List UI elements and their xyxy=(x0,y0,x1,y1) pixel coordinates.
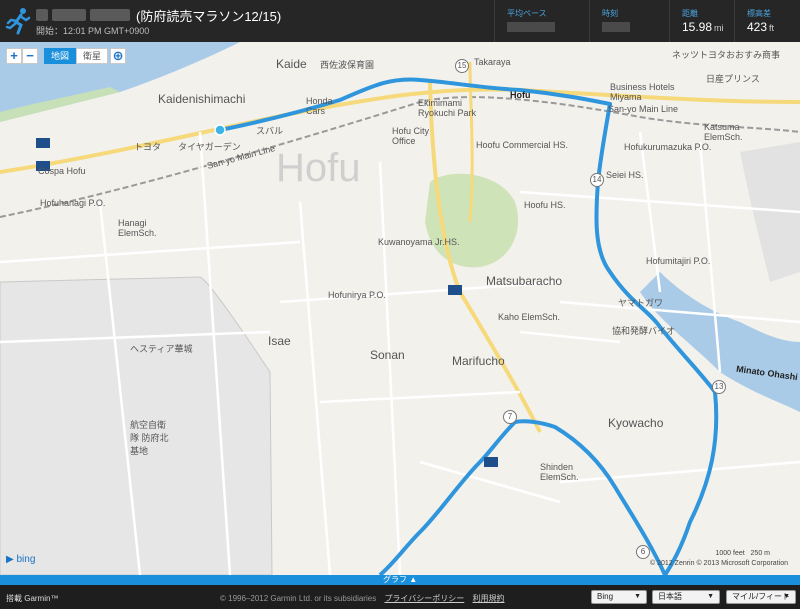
stat-distance: 距離 15.98 mi xyxy=(669,0,734,42)
activity-header: (防府読売マラソン12/15) 開始：12:01 PM GMT+0900 平均ペ… xyxy=(0,0,800,42)
map-label: Shinden ElemSch. xyxy=(540,462,579,482)
map-label: トヨタ xyxy=(134,142,162,152)
activity-title: (防府読売マラソン12/15) xyxy=(136,8,282,24)
map-label: 日産プリンス xyxy=(706,74,760,84)
distance-marker[interactable]: 7 xyxy=(503,410,517,424)
map-label: Cospa Hofu xyxy=(38,166,86,176)
map-type-controls: 地図 衛星 ⊕ xyxy=(44,48,127,64)
map-service-select[interactable]: Bing ▼ xyxy=(591,590,647,604)
map-label: Katsuma ElemSch. xyxy=(704,122,743,142)
map-label: Kuwanoyama Jr.HS. xyxy=(378,237,460,247)
runner-icon xyxy=(5,8,31,35)
redacted-name xyxy=(36,9,48,21)
map-label: Honda Cars xyxy=(306,96,333,116)
route-start-marker[interactable] xyxy=(214,124,226,136)
map-canvas xyxy=(0,42,800,575)
activity-start-time: 開始：12:01 PM GMT+0900 xyxy=(36,26,150,36)
bing-logo: ▶ bing xyxy=(6,554,36,565)
page-footer: 搭載 Garmin™ © 1996–2012 Garmin Ltd. or it… xyxy=(0,585,800,609)
map-type-road-button[interactable]: 地図 xyxy=(44,48,77,64)
map-label: Hoofu Commercial HS. xyxy=(476,140,569,150)
graph-toggle-tab[interactable]: グラフ ▲ xyxy=(0,575,800,585)
map-watermark-hofu: Hofu xyxy=(276,146,361,190)
map-label: ヤマトガワ xyxy=(618,298,664,308)
chevron-down-icon: ▼ xyxy=(707,593,714,600)
map-label: Hofu xyxy=(510,90,531,100)
redacted-name xyxy=(90,9,130,21)
map-label: San-yo Main Line xyxy=(608,104,679,114)
map-label: Kaidenishimachi xyxy=(158,92,246,106)
map-label: Seiei HS. xyxy=(606,170,644,180)
map-label: 航空自衛隊 防府北基地 xyxy=(130,420,169,456)
map-label: Hofunirya P.O. xyxy=(328,290,386,300)
map-label: Ekimimami Ryokuchi Park xyxy=(418,98,477,118)
chevron-down-icon: ▼ xyxy=(783,593,790,600)
map-label: Isae xyxy=(268,334,291,348)
stat-elevation-gain: 標高差 423 ft xyxy=(734,0,800,42)
map-label: Hofumitajiri P.O. xyxy=(646,256,711,266)
map-label: おおすみ商事 xyxy=(726,50,781,60)
footer-copyright: © 1996–2012 Garmin Ltd. or its subsidiar… xyxy=(220,594,505,603)
map-label: Sonan xyxy=(370,348,405,362)
map-label: Kaho ElemSch. xyxy=(498,312,561,322)
map-type-satellite-button[interactable]: 衛星 xyxy=(76,48,109,64)
zoom-out-button[interactable]: − xyxy=(22,48,38,64)
map-copyright: © 2012 Zenrin © 2013 Microsoft Corporati… xyxy=(650,560,788,567)
privacy-policy-link[interactable]: プライバシーポリシー xyxy=(384,594,464,603)
map-label: ネッツトヨタ xyxy=(672,50,727,60)
map-label: Hofu City Office xyxy=(392,126,430,146)
map-label: タイヤガーデン xyxy=(178,142,241,152)
redacted-value xyxy=(507,22,555,32)
map-label: スバル xyxy=(256,126,284,136)
distance-marker[interactable]: 14 xyxy=(590,173,604,187)
stat-time: 時刻 xyxy=(589,0,669,42)
map-label: ヘスティア華城 xyxy=(130,344,193,354)
zoom-controls: + − xyxy=(6,48,38,64)
map-label: 西佐波保育園 xyxy=(320,60,375,70)
map-label: 協和発酵バイオ xyxy=(612,326,676,336)
units-select[interactable]: マイル/フィート ▼ xyxy=(726,590,796,604)
map-label: Hofukurumazuka P.O. xyxy=(624,142,712,152)
redacted-value xyxy=(602,22,630,32)
garmin-brand: 搭載 Garmin™ xyxy=(6,594,59,603)
map-label: Kyowacho xyxy=(608,416,664,430)
map-label: Hofuhanagi P.O. xyxy=(40,198,106,208)
redacted-name xyxy=(52,9,86,21)
locate-icon[interactable]: ⊕ xyxy=(110,48,127,64)
map-label: Takaraya xyxy=(474,57,511,67)
map-label: Matsubaracho xyxy=(486,274,563,288)
map-label: Kaide xyxy=(276,57,307,71)
map-label: Marifucho xyxy=(452,354,505,368)
chevron-down-icon: ▼ xyxy=(634,593,641,600)
distance-marker[interactable]: 15 xyxy=(455,59,469,73)
route-map[interactable]: 15 14 13 7 6 Hofu Kaide Kaidenishimachi … xyxy=(0,42,800,575)
terms-link[interactable]: 利用規約 xyxy=(473,594,505,603)
distance-marker[interactable]: 13 xyxy=(712,380,726,394)
distance-marker[interactable]: 6 xyxy=(636,545,650,559)
map-label: Hoofu HS. xyxy=(524,200,566,210)
map-label: Hanagi ElemSch. xyxy=(118,218,157,238)
stat-avg-pace: 平均ペース xyxy=(494,0,589,42)
zoom-in-button[interactable]: + xyxy=(6,48,22,64)
map-scale: 1000 feet 250 m xyxy=(715,550,770,557)
language-select[interactable]: 日本語 ▼ xyxy=(652,590,720,604)
map-label: Business Hotels Miyama xyxy=(610,82,675,102)
railway-line xyxy=(0,96,800,218)
